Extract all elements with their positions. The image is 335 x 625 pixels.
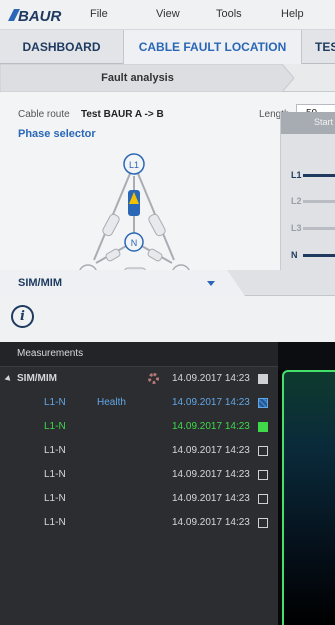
measurement-group-name: SIM/MIM (17, 373, 57, 384)
measurement-date: 14.09.2017 14:23 (172, 493, 250, 504)
phase-node-l1[interactable]: L1 (123, 153, 145, 175)
measurement-checkbox[interactable] (258, 446, 268, 456)
measurement-checkbox[interactable] (258, 470, 268, 480)
method-row: SIM/MIM (0, 270, 335, 296)
trace-view-top (278, 342, 335, 370)
measurement-name: L1-N (44, 445, 66, 456)
menu-file[interactable]: File (90, 8, 108, 20)
measurement-sublabel: Health (97, 397, 126, 408)
measurement-checkbox[interactable] (258, 494, 268, 504)
breadcrumb-current[interactable]: Fault analysis (0, 64, 275, 92)
measurement-group-row[interactable]: SIM/MIM 14.09.2017 14:23 (0, 367, 278, 391)
info-icon[interactable]: i (11, 305, 34, 328)
channel-n-bar (303, 254, 335, 257)
phase-node-n[interactable]: N (124, 232, 144, 252)
cable-route-value: Test BAUR A -> B (81, 109, 164, 120)
trace-view[interactable] (278, 342, 335, 625)
channel-l3-label[interactable]: L3 (291, 223, 302, 233)
chevron-down-icon (207, 281, 215, 286)
phase-selector-title: Phase selector (18, 128, 96, 140)
measurement-checkbox[interactable] (258, 422, 268, 432)
measurement-name: L1-N (44, 469, 66, 480)
measurement-row[interactable]: L1-N 14.09.2017 14:23 (0, 439, 278, 463)
trace-waveform (282, 370, 335, 625)
menu-view[interactable]: View (156, 8, 180, 20)
measurement-date: 14.09.2017 14:23 (172, 445, 250, 456)
measurement-date: 14.09.2017 14:23 (172, 469, 250, 480)
measurement-group-date: 14.09.2017 14:23 (172, 373, 250, 384)
channel-l3-bar (303, 227, 335, 230)
baur-logo: BAUR (8, 8, 61, 23)
menu-tools[interactable]: Tools (216, 8, 242, 20)
tab-cable-fault-location[interactable]: CABLE FAULT LOCATION (124, 30, 302, 64)
settings-gear-icon[interactable] (148, 373, 159, 384)
measurement-date: 14.09.2017 14:23 (172, 517, 250, 528)
menu-help[interactable]: Help (281, 8, 304, 20)
group-checkbox[interactable] (258, 374, 268, 384)
measurement-name: L1-N (44, 397, 66, 408)
tab-test[interactable]: TES (302, 30, 335, 64)
measurement-date: 14.09.2017 14:23 (172, 397, 250, 408)
svg-text:L1: L1 (129, 160, 139, 170)
info-row: i (0, 296, 335, 342)
measurement-date: 14.09.2017 14:23 (172, 421, 250, 432)
phase-selector-panel: Phase selector L1 N L3 (0, 120, 280, 284)
method-dropdown-value: SIM/MIM (18, 277, 62, 289)
expand-arrow-icon[interactable] (4, 375, 13, 383)
channel-l2-label[interactable]: L2 (291, 196, 302, 206)
cable-route-label: Cable route (18, 109, 70, 120)
measurement-name: L1-N (44, 493, 66, 504)
channel-n-label[interactable]: N (291, 250, 298, 260)
channel-l1-bar (303, 174, 335, 177)
channel-l1-label[interactable]: L1 (291, 170, 302, 180)
channel-strip: Start L1 L2 L3 N (280, 112, 335, 270)
measurement-row[interactable]: L1-N 14.09.2017 14:23 (0, 511, 278, 535)
measurements-title: Measurements (17, 348, 84, 359)
measurement-name: L1-N (44, 517, 66, 528)
measurements-panel: Measurements SIM/MIM 14.09.2017 14:23 L1… (0, 342, 278, 625)
phase-selector-diagram[interactable]: L1 N L3 L2 (70, 150, 200, 285)
breadcrumb: Fault analysis (0, 64, 335, 92)
measurement-row[interactable]: L1-N 14.09.2017 14:23 (0, 415, 278, 439)
measurement-checkbox[interactable] (258, 398, 268, 408)
main-tabs: DASHBOARD CABLE FAULT LOCATION TES (0, 30, 335, 64)
measurement-row[interactable]: L1-N 14.09.2017 14:23 (0, 487, 278, 511)
tab-dashboard[interactable]: DASHBOARD (0, 30, 124, 64)
measurement-name: L1-N (44, 421, 66, 432)
measurement-row[interactable]: L1-N 14.09.2017 14:23 (0, 463, 278, 487)
method-dropdown[interactable]: SIM/MIM (0, 270, 215, 296)
channel-strip-header: Start (281, 112, 335, 134)
svg-text:BAUR: BAUR (18, 8, 61, 23)
tab-slant-shape (215, 270, 245, 296)
measurement-checkbox[interactable] (258, 518, 268, 528)
menu-bar: BAUR File View Tools Help (0, 0, 335, 30)
channel-l2-bar (303, 200, 335, 203)
measurement-row[interactable]: L1-N Health 14.09.2017 14:23 (0, 391, 278, 415)
measurements-header: Measurements (0, 342, 278, 367)
svg-text:N: N (131, 238, 138, 248)
